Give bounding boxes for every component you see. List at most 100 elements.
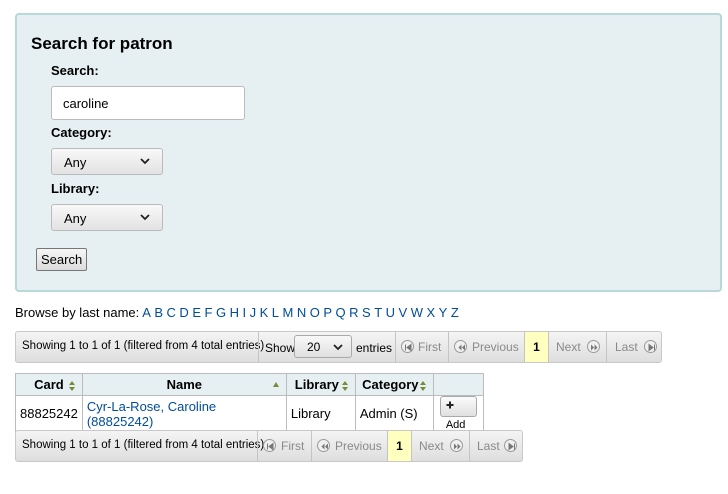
first-label: First	[281, 439, 305, 453]
search-input[interactable]	[51, 86, 245, 120]
category-select[interactable]: Any	[51, 148, 163, 175]
sort-both-icon	[419, 381, 426, 391]
browse-letter-a[interactable]: A	[142, 305, 151, 320]
cell-category: Admin (S)	[354, 395, 434, 432]
table-header-row: Card Name Library Category	[15, 373, 484, 396]
browse-letter-h[interactable]: H	[230, 305, 239, 320]
cell-library: Library	[285, 395, 356, 432]
browse-letter-f[interactable]: F	[204, 305, 212, 320]
browse-letter-d[interactable]: D	[179, 305, 188, 320]
last-icon	[504, 439, 517, 452]
first-page-button[interactable]: First	[396, 332, 448, 362]
browse-letter-g[interactable]: G	[216, 305, 226, 320]
search-submit-button[interactable]: Search	[36, 248, 88, 271]
search-form-panel: Search for patron Search: Category: Any …	[15, 13, 722, 292]
sort-both-icon	[68, 381, 75, 391]
browse-letter-n[interactable]: N	[297, 305, 306, 320]
page-length-select[interactable]: 20	[294, 335, 352, 358]
last-page-button[interactable]: Last	[607, 332, 661, 362]
column-label: Card	[34, 377, 64, 392]
search-label: Search:	[51, 63, 99, 78]
browse-letter-j[interactable]: J	[250, 305, 257, 320]
chevron-down-icon	[140, 214, 150, 221]
column-header-category[interactable]: Category	[354, 373, 434, 396]
add-patron-button[interactable]: Add	[439, 396, 477, 431]
browse-letter-v[interactable]: V	[399, 305, 408, 320]
table-controls-bottom: Showing 1 to 1 of 1 (filtered from 4 tot…	[15, 430, 523, 462]
category-select-value: Any	[64, 155, 87, 170]
chevron-down-icon	[140, 158, 150, 165]
table-info: Showing 1 to 1 of 1 (filtered from 4 tot…	[22, 340, 265, 352]
browse-letter-e[interactable]: E	[192, 305, 201, 320]
browse-letter-q[interactable]: Q	[336, 305, 346, 320]
next-label: Next	[419, 439, 444, 453]
next-label: Next	[556, 340, 581, 354]
browse-letter-u[interactable]: U	[386, 305, 395, 320]
sort-asc-icon	[272, 382, 279, 387]
divider	[258, 332, 259, 362]
browse-letter-s[interactable]: S	[362, 305, 371, 320]
next-icon	[450, 439, 463, 452]
first-label: First	[418, 340, 442, 354]
last-page-button[interactable]: Last	[470, 431, 522, 461]
entries-label: entries	[356, 341, 393, 355]
browse-letter-p[interactable]: P	[323, 305, 332, 320]
table-info: Showing 1 to 1 of 1 (filtered from 4 tot…	[22, 439, 265, 451]
browse-letter-w[interactable]: W	[411, 305, 423, 320]
column-label: Category	[362, 377, 419, 392]
page-length-value: 20	[307, 340, 321, 354]
show-label: Show	[265, 341, 296, 355]
first-icon	[263, 439, 276, 452]
table-controls-top: Showing 1 to 1 of 1 (filtered from 4 tot…	[15, 331, 662, 363]
previous-page-button[interactable]: Previous	[312, 431, 387, 461]
cell-action: Add	[432, 395, 484, 432]
browse-letter-c[interactable]: C	[167, 305, 176, 320]
patron-name-link[interactable]: Cyr-La-Rose, Caroline (88825242)	[87, 399, 216, 429]
last-icon	[644, 340, 657, 353]
library-select-value: Any	[64, 211, 87, 226]
browse-letter-t[interactable]: T	[374, 305, 382, 320]
current-page[interactable]: 1	[525, 332, 548, 362]
category-label: Category:	[51, 125, 112, 140]
browse-letter-b[interactable]: B	[154, 305, 163, 320]
previous-icon	[454, 340, 467, 353]
first-page-button[interactable]: First	[258, 431, 311, 461]
browse-by-last-name: Browse by last name: ABCDEFGHIJKLMNOPQRS…	[15, 305, 462, 320]
column-label: Library	[294, 377, 339, 392]
current-page[interactable]: 1	[388, 431, 411, 461]
column-header-name[interactable]: Name	[81, 373, 287, 396]
previous-icon	[317, 439, 330, 452]
browse-letter-i[interactable]: I	[242, 305, 246, 320]
cell-card: 88825242	[15, 395, 83, 432]
browse-letters: ABCDEFGHIJKLMNOPQRSTUVWXYZ	[142, 305, 462, 320]
first-icon	[401, 340, 414, 353]
plus-icon	[446, 401, 454, 409]
chevron-down-icon	[333, 344, 343, 351]
browse-letter-z[interactable]: Z	[451, 305, 459, 320]
search-form-title: Search for patron	[31, 34, 173, 53]
column-label: Name	[166, 377, 203, 392]
library-label: Library:	[51, 181, 100, 196]
column-header-library[interactable]: Library	[285, 373, 356, 396]
browse-label: Browse by last name:	[15, 305, 140, 320]
next-page-button[interactable]: Next	[549, 332, 606, 362]
browse-letter-r[interactable]: R	[349, 305, 358, 320]
browse-letter-x[interactable]: X	[427, 305, 436, 320]
browse-letter-m[interactable]: M	[282, 305, 293, 320]
browse-letter-o[interactable]: O	[310, 305, 320, 320]
browse-letter-y[interactable]: Y	[439, 305, 448, 320]
column-header-actions	[432, 373, 484, 396]
previous-label: Previous	[335, 439, 382, 453]
cell-name: Cyr-La-Rose, Caroline (88825242)	[81, 395, 287, 432]
next-page-button[interactable]: Next	[412, 431, 469, 461]
results-table: Card Name Library Category 88825242 Cyr-…	[15, 373, 484, 432]
next-icon	[587, 340, 600, 353]
column-header-card[interactable]: Card	[15, 373, 83, 396]
last-label: Last	[477, 439, 500, 453]
previous-page-button[interactable]: Previous	[449, 332, 524, 362]
library-select[interactable]: Any	[51, 204, 163, 231]
last-label: Last	[615, 340, 638, 354]
browse-letter-k[interactable]: K	[260, 305, 269, 320]
sort-both-icon	[341, 381, 348, 391]
browse-letter-l[interactable]: L	[272, 305, 279, 320]
